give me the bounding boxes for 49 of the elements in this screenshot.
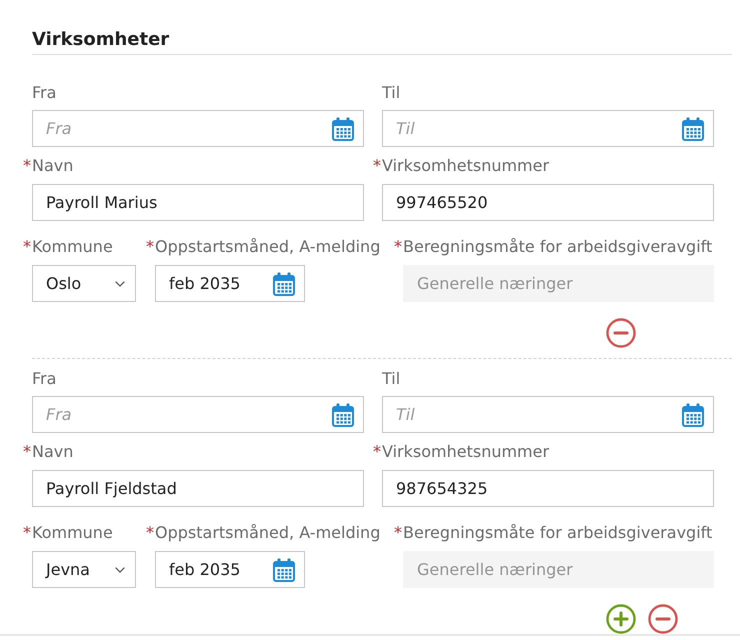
field-label: Til xyxy=(382,83,400,103)
dropdown[interactable]: Jevna xyxy=(32,551,136,588)
field-label: Oppstartsmåned, A-melding xyxy=(155,237,380,257)
field-label: Til xyxy=(382,369,400,389)
calendar-icon[interactable] xyxy=(273,558,295,582)
add-button[interactable] xyxy=(606,604,636,634)
field-label: Virksomhetsnummer xyxy=(382,442,550,462)
required-asterisk: * xyxy=(23,442,32,462)
calendar-icon[interactable] xyxy=(682,116,704,140)
required-asterisk: * xyxy=(394,237,403,257)
required-asterisk: * xyxy=(23,523,32,543)
month-field[interactable]: feb 2035 xyxy=(155,551,305,588)
month-field[interactable]: feb 2035 xyxy=(155,265,305,302)
field-label: Fra xyxy=(32,83,56,103)
required-asterisk: * xyxy=(146,237,155,257)
text-field: Generelle næringer xyxy=(403,551,714,588)
field-label: Kommune xyxy=(32,523,113,543)
required-asterisk: * xyxy=(23,237,32,257)
field-label: Virksomhetsnummer xyxy=(382,156,550,176)
required-asterisk: * xyxy=(373,156,382,176)
text-field: Generelle næringer xyxy=(403,265,714,302)
field-label: Beregningsmåte for arbeidsgiveravgift xyxy=(403,523,712,543)
calendar-icon[interactable] xyxy=(273,272,295,296)
field-label: Fra xyxy=(32,369,56,389)
minus-icon xyxy=(648,604,678,634)
chevron-down-icon xyxy=(115,566,125,572)
chevron-down-icon xyxy=(115,280,125,286)
required-asterisk: * xyxy=(146,523,155,543)
remove-button[interactable] xyxy=(606,318,636,348)
text-field[interactable]: Payroll Marius xyxy=(32,184,364,221)
remove-button[interactable] xyxy=(648,604,678,634)
field-label: Beregningsmåte for arbeidsgiveravgift xyxy=(403,237,712,257)
field-label: Navn xyxy=(32,156,74,176)
field-label: Kommune xyxy=(32,237,113,257)
section-title: Virksomheter xyxy=(32,28,732,55)
required-asterisk: * xyxy=(23,156,32,176)
dropdown[interactable]: Oslo xyxy=(32,265,136,302)
calendar-icon[interactable] xyxy=(332,116,354,140)
required-asterisk: * xyxy=(394,523,403,543)
calendar-icon[interactable] xyxy=(682,402,704,426)
field-label: Navn xyxy=(32,442,74,462)
plus-icon xyxy=(606,604,636,634)
text-field[interactable]: 997465520 xyxy=(382,184,714,221)
text-field[interactable]: 987654325 xyxy=(382,470,714,507)
minus-icon xyxy=(606,318,636,348)
required-asterisk: * xyxy=(373,442,382,462)
calendar-icon[interactable] xyxy=(332,402,354,426)
field-label: Oppstartsmåned, A-melding xyxy=(155,523,380,543)
text-field[interactable]: Payroll Fjeldstad xyxy=(32,470,364,507)
